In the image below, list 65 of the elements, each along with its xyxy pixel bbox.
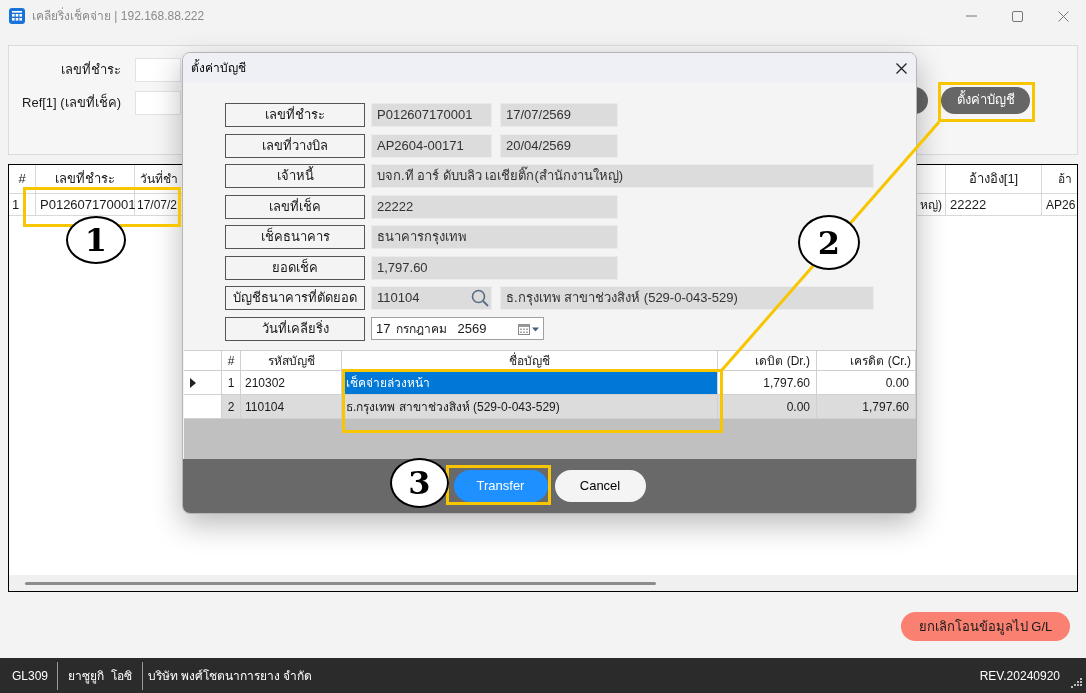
settings-button[interactable]: ตั้งค่าบัญชี: [941, 86, 1030, 114]
field-label: เช็คธนาคาร: [225, 225, 365, 249]
lookup-field[interactable]: 110104: [371, 286, 492, 310]
table-cell: 2: [222, 395, 241, 418]
maximize-icon: [1011, 10, 1023, 22]
status-text: GL309: [11, 667, 50, 685]
field-label: เจ้าหนี้: [225, 164, 365, 188]
cancel-button[interactable]: Cancel: [554, 470, 646, 502]
column-header: เลขที่ชำระ: [36, 165, 135, 193]
cancel-transfer-button[interactable]: ยกเลิกโอนข้อมูลไป G/L: [901, 612, 1070, 641]
app-icon: [9, 8, 25, 24]
field-label: Ref[1] (เลขที่เช็ค): [21, 93, 121, 113]
column-header: เดบิต (Dr.): [718, 351, 817, 370]
field-label: เลขที่ชำระ: [225, 103, 365, 127]
input-field[interactable]: [135, 58, 181, 82]
table-cell: P012607170001: [36, 194, 135, 215]
field-label: เลขที่เช็ค: [225, 194, 365, 219]
field-label: วันที่เคลียริ่ง: [225, 316, 365, 341]
table-cell-text: AP26: [1045, 196, 1077, 214]
current-row-icon: [190, 377, 196, 388]
close-icon: [895, 62, 907, 74]
readonly-field: 1,797.60: [371, 255, 618, 280]
column-header: #: [9, 165, 36, 193]
scrollbar-thumb[interactable]: [25, 581, 656, 585]
readonly-field: ธนาคารกรุงเทพ: [371, 225, 618, 249]
table-cell: 1,797.60: [817, 395, 916, 418]
column-header: #: [222, 351, 241, 370]
column-header: อ้างอิง[1]: [946, 165, 1042, 193]
readonly-field: 20/04/2569: [500, 133, 618, 158]
status-text: บริษัท พงศ์โชตนาการยาง จำกัด: [146, 667, 313, 685]
dialog-title: ตั้งค่าบัญชี: [191, 59, 246, 77]
input-field[interactable]: [135, 91, 181, 115]
table-cell: 210302: [241, 371, 342, 394]
table-cell-text: 17/07/2: [136, 196, 179, 214]
field-label: ยอดเช็ค: [225, 255, 365, 280]
close-icon: [1057, 10, 1069, 22]
field-label: บัญชีธนาคารที่ตัดยอด: [225, 286, 365, 310]
column-header: เครดิต (Cr.): [817, 351, 916, 370]
table-cell: 1: [9, 194, 36, 215]
minimize-icon: [965, 15, 977, 17]
date-picker[interactable]: 17 กรกฎาคม 2569: [371, 317, 544, 340]
readonly-field: AP2604-00171: [371, 133, 492, 158]
horizontal-scrollbar[interactable]: [9, 575, 1077, 591]
table-cell: เช็คจ่ายล่วงหน้า: [342, 371, 718, 394]
table-cell: 22222: [946, 194, 1042, 215]
column-header: วันที่ชำ: [139, 169, 179, 188]
window-title: เคลียริ่งเช็คจ่าย | 192.168.88.222: [32, 7, 205, 25]
field-label: เลขที่ชำระ: [60, 60, 121, 80]
readonly-field: บจก.ที อาร์ ดับบลิว เอเชียติ๊ก(สำนักงานใหญ่): [371, 164, 874, 188]
column-header: อ้า: [1057, 171, 1073, 188]
table-cell: 0.00: [817, 371, 916, 394]
readonly-field: ธ.กรุงเทพ สาขาช่วงสิงห์ (529-0-043-529): [500, 286, 874, 310]
status-text: ยาซูยูกิ โอซิ: [67, 667, 133, 685]
calendar-dropdown-icon[interactable]: [518, 322, 540, 335]
field-label: เลขที่วางบิล: [225, 133, 365, 158]
table-cell: 110104: [241, 395, 342, 418]
search-icon[interactable]: [471, 289, 489, 307]
resize-grip-icon[interactable]: [1070, 675, 1082, 688]
version-text: REV.20240920: [979, 667, 1061, 685]
table-cell: 1: [222, 371, 241, 394]
column-header: ชื่อบัญชี: [342, 351, 718, 370]
readonly-field: P012607170001: [371, 103, 492, 127]
readonly-field: 22222: [371, 194, 618, 219]
column-header: รหัสบัญชี: [241, 351, 342, 370]
readonly-field: 17/07/2569: [500, 103, 618, 127]
